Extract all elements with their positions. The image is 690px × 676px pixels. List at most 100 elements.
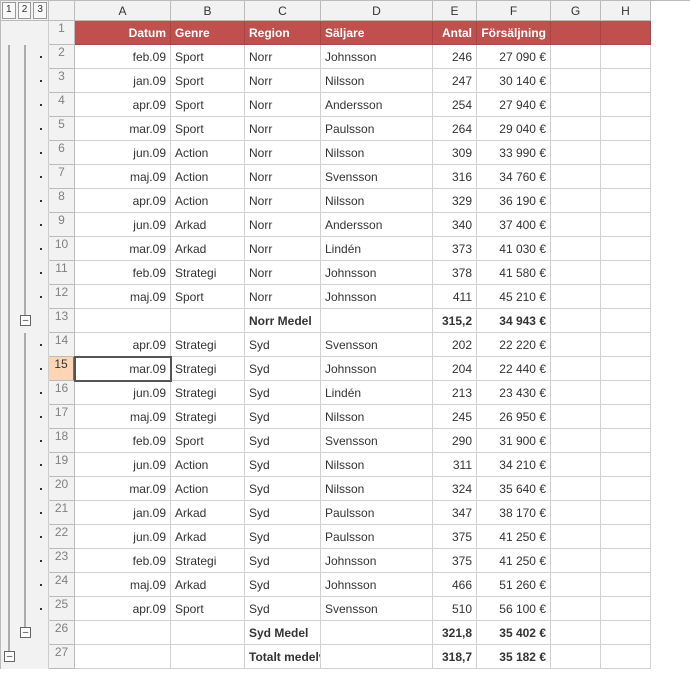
row-header-16[interactable]: 16	[49, 381, 75, 405]
cell-F6[interactable]: 33 990 €	[477, 141, 551, 165]
cell-C14[interactable]: Syd	[245, 333, 321, 357]
cell-G4[interactable]	[551, 93, 601, 117]
cell-D27[interactable]	[321, 645, 433, 669]
cell-B16[interactable]: Strategi	[171, 381, 245, 405]
cell-F22[interactable]: 41 250 €	[477, 525, 551, 549]
cell-A3[interactable]: jan.09	[75, 69, 171, 93]
cell-H15[interactable]	[601, 357, 651, 381]
cell-H14[interactable]	[601, 333, 651, 357]
cell-B15[interactable]: Strategi	[171, 357, 245, 381]
cell-C6[interactable]: Norr	[245, 141, 321, 165]
cell-C19[interactable]: Syd	[245, 453, 321, 477]
cell-A25[interactable]: apr.09	[75, 597, 171, 621]
cell-C17[interactable]: Syd	[245, 405, 321, 429]
row-header-12[interactable]: 12	[49, 285, 75, 309]
col-header-C[interactable]: C	[245, 1, 321, 21]
cell-B18[interactable]: Sport	[171, 429, 245, 453]
row-header-25[interactable]: 25	[49, 597, 75, 621]
cell-H18[interactable]	[601, 429, 651, 453]
cell-D5[interactable]: Paulsson	[321, 117, 433, 141]
cell-E9[interactable]: 340	[433, 213, 477, 237]
cell-A22[interactable]: jun.09	[75, 525, 171, 549]
cell-F20[interactable]: 35 640 €	[477, 477, 551, 501]
row-header-17[interactable]: 17	[49, 405, 75, 429]
cell-C15[interactable]: Syd	[245, 357, 321, 381]
cell-D23[interactable]: Johnsson	[321, 549, 433, 573]
cell-C21[interactable]: Syd	[245, 501, 321, 525]
cell-G24[interactable]	[551, 573, 601, 597]
cell-D1[interactable]: Säljare	[321, 21, 433, 45]
cell-H5[interactable]	[601, 117, 651, 141]
cell-D8[interactable]: Nilsson	[321, 189, 433, 213]
cell-F24[interactable]: 51 260 €	[477, 573, 551, 597]
cell-B1[interactable]: Genre	[171, 21, 245, 45]
cell-A5[interactable]: mar.09	[75, 117, 171, 141]
cell-B17[interactable]: Strategi	[171, 405, 245, 429]
cell-B20[interactable]: Action	[171, 477, 245, 501]
cell-D14[interactable]: Svensson	[321, 333, 433, 357]
col-header-B[interactable]: B	[171, 1, 245, 21]
cell-G25[interactable]	[551, 597, 601, 621]
cell-F8[interactable]: 36 190 €	[477, 189, 551, 213]
cell-E14[interactable]: 202	[433, 333, 477, 357]
cell-H1[interactable]	[601, 21, 651, 45]
cell-H13[interactable]	[601, 309, 651, 333]
cell-F27[interactable]: 35 182 €	[477, 645, 551, 669]
row-header-18[interactable]: 18	[49, 429, 75, 453]
row-header-24[interactable]: 24	[49, 573, 75, 597]
cell-D25[interactable]: Svensson	[321, 597, 433, 621]
cell-G15[interactable]	[551, 357, 601, 381]
row-header-22[interactable]: 22	[49, 525, 75, 549]
cell-D15[interactable]: Johnsson	[321, 357, 433, 381]
cell-A12[interactable]: maj.09	[75, 285, 171, 309]
cell-A6[interactable]: jun.09	[75, 141, 171, 165]
cell-A13[interactable]	[75, 309, 171, 333]
cell-H9[interactable]	[601, 213, 651, 237]
cell-G11[interactable]	[551, 261, 601, 285]
row-header-10[interactable]: 10	[49, 237, 75, 261]
cell-A16[interactable]: jun.09	[75, 381, 171, 405]
cell-A8[interactable]: apr.09	[75, 189, 171, 213]
cell-A11[interactable]: feb.09	[75, 261, 171, 285]
cell-D6[interactable]: Nilsson	[321, 141, 433, 165]
cell-H8[interactable]	[601, 189, 651, 213]
cell-B23[interactable]: Strategi	[171, 549, 245, 573]
cell-B4[interactable]: Sport	[171, 93, 245, 117]
cell-D16[interactable]: Lindén	[321, 381, 433, 405]
cell-B3[interactable]: Sport	[171, 69, 245, 93]
cell-A24[interactable]: maj.09	[75, 573, 171, 597]
cell-C25[interactable]: Syd	[245, 597, 321, 621]
cell-F5[interactable]: 29 040 €	[477, 117, 551, 141]
cell-A20[interactable]: mar.09	[75, 477, 171, 501]
cell-A1[interactable]: Datum	[75, 21, 171, 45]
cell-H20[interactable]	[601, 477, 651, 501]
cell-B2[interactable]: Sport	[171, 45, 245, 69]
cell-D19[interactable]: Nilsson	[321, 453, 433, 477]
cell-G9[interactable]	[551, 213, 601, 237]
cell-H2[interactable]	[601, 45, 651, 69]
cell-D9[interactable]: Andersson	[321, 213, 433, 237]
cell-F23[interactable]: 41 250 €	[477, 549, 551, 573]
cell-E15[interactable]: 204	[433, 357, 477, 381]
cell-B22[interactable]: Arkad	[171, 525, 245, 549]
cell-H10[interactable]	[601, 237, 651, 261]
cell-C22[interactable]: Syd	[245, 525, 321, 549]
cell-C20[interactable]: Syd	[245, 477, 321, 501]
cell-E3[interactable]: 247	[433, 69, 477, 93]
cell-D12[interactable]: Johnsson	[321, 285, 433, 309]
cell-G13[interactable]	[551, 309, 601, 333]
row-header-20[interactable]: 20	[49, 477, 75, 501]
cell-E4[interactable]: 254	[433, 93, 477, 117]
cell-A2[interactable]: feb.09	[75, 45, 171, 69]
cell-H16[interactable]	[601, 381, 651, 405]
cell-B21[interactable]: Arkad	[171, 501, 245, 525]
cell-H22[interactable]	[601, 525, 651, 549]
cell-G18[interactable]	[551, 429, 601, 453]
outline-collapse-row-27[interactable]: –	[4, 651, 15, 662]
outline-collapse-row-26[interactable]: –	[20, 627, 31, 638]
cell-D26[interactable]	[321, 621, 433, 645]
cell-E13[interactable]: 315,2	[433, 309, 477, 333]
cell-A9[interactable]: jun.09	[75, 213, 171, 237]
cell-G14[interactable]	[551, 333, 601, 357]
cell-H23[interactable]	[601, 549, 651, 573]
